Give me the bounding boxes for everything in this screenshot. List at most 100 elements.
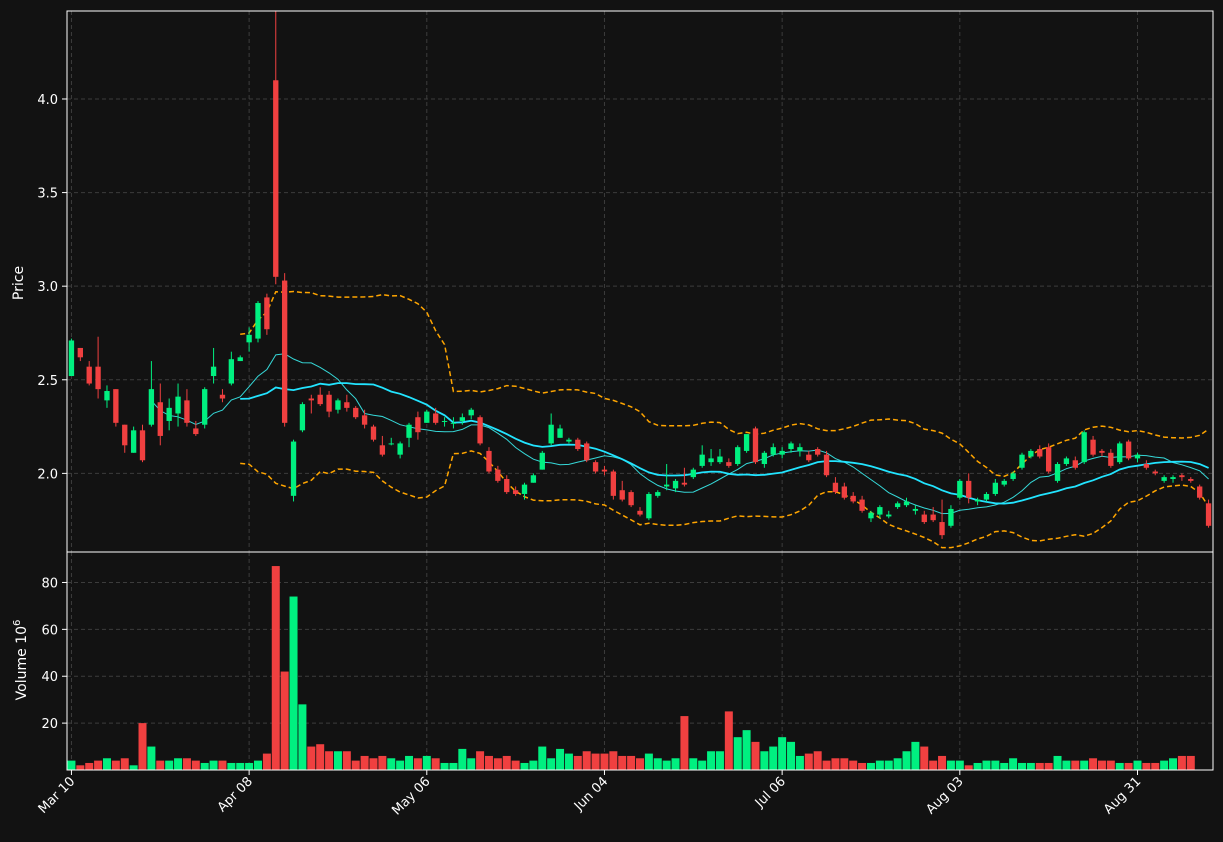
volume-bar [1000,762,1009,770]
candle-body [1108,452,1114,466]
candle-body [788,443,794,450]
candle-body [353,407,359,418]
volume-bar [618,755,627,770]
candle-body [1010,473,1016,479]
candle-body [886,514,892,517]
price-y-tick-label: 3.5 [37,187,58,202]
volume-bar [662,760,671,770]
candle [290,439,297,502]
volume-bar [298,704,307,770]
volume-bar [760,751,769,770]
volume-bar [875,760,884,770]
candle-body [735,447,741,465]
candle [1197,484,1203,500]
volume-bar [156,760,165,770]
candle-body [992,482,999,494]
candle-body [663,484,670,487]
volume-bar [218,760,227,770]
candle-body [1152,471,1158,474]
candle-body [184,400,190,423]
volume-bar [556,748,565,770]
candle-body [655,492,661,496]
candle-body [95,366,101,390]
volume-bar [1062,760,1071,770]
price-y-tick-label: 2.5 [37,374,58,389]
candle-body [761,452,768,465]
candle [1117,441,1123,465]
volume-bar [94,760,103,770]
volume-bar [1053,755,1062,770]
volume-bar [511,760,520,770]
volume-bar [245,762,254,770]
price-axis-label: Price [11,266,27,300]
volume-bar [271,566,280,770]
volume-axis-label: Volume 106 [12,620,30,701]
candle-body [166,407,172,421]
volume-bar [1106,760,1115,770]
candle-body [157,402,163,436]
volume-bar [1124,762,1133,770]
volume-bar [484,755,493,770]
candle-body [361,415,368,425]
candle-body [1188,478,1194,481]
candle-body [1045,447,1052,472]
volume-bar [262,753,271,770]
candle [353,405,359,420]
candle-body [1037,449,1043,457]
candle-body [957,480,963,498]
candle-body [344,402,350,408]
candle-body [646,493,652,519]
price-y-tick-label: 3.0 [37,280,58,295]
volume-bar [76,765,85,770]
volume-bar [538,746,547,770]
candle-body [539,452,545,470]
volume-bar [431,758,440,770]
volume-bar [413,758,422,770]
candle-body [966,480,972,498]
volume-bar [778,737,787,770]
volume-bar [289,596,298,770]
candle-body [459,417,465,421]
volume-bar [591,753,600,770]
candle-body [566,439,572,442]
candle-body [86,366,92,384]
volume-bar [422,755,431,770]
candle-body [1099,450,1105,453]
volume-bar [884,760,893,770]
candle [735,445,741,466]
candle [486,447,492,474]
volume-bar [698,760,707,770]
candle-body [521,484,528,494]
volume-bar [85,762,94,770]
volume-bar [911,741,920,770]
volume-bar [174,758,183,770]
candle-body [752,428,759,463]
candle [575,437,581,451]
volume-bar [378,755,387,770]
candle [539,450,545,470]
candle-body [237,357,243,362]
candle-body [1134,454,1141,459]
candle-body [575,439,581,450]
volume-axis-label-exponent: 6 [12,620,23,626]
candle-body [726,462,732,466]
volume-bar [866,762,875,770]
volume-bar [795,755,804,770]
candle [743,434,750,453]
volume-bar [165,760,174,770]
volume-bar [333,751,342,770]
candle-body [379,445,386,455]
candle-body [1197,486,1203,498]
volume-axis-label-text: Volume 10 [14,626,30,700]
volume-bar [893,758,902,770]
volume-bar [1035,762,1044,770]
volume-y-tick-label: 80 [41,576,58,591]
candle-body [601,469,608,472]
candle [299,402,306,433]
candle-body [832,482,839,493]
volume-bar [111,760,120,770]
volume-bar [502,755,511,770]
candle [68,338,75,377]
volume-bar [733,737,742,770]
volume-y-tick-label: 60 [41,623,58,638]
